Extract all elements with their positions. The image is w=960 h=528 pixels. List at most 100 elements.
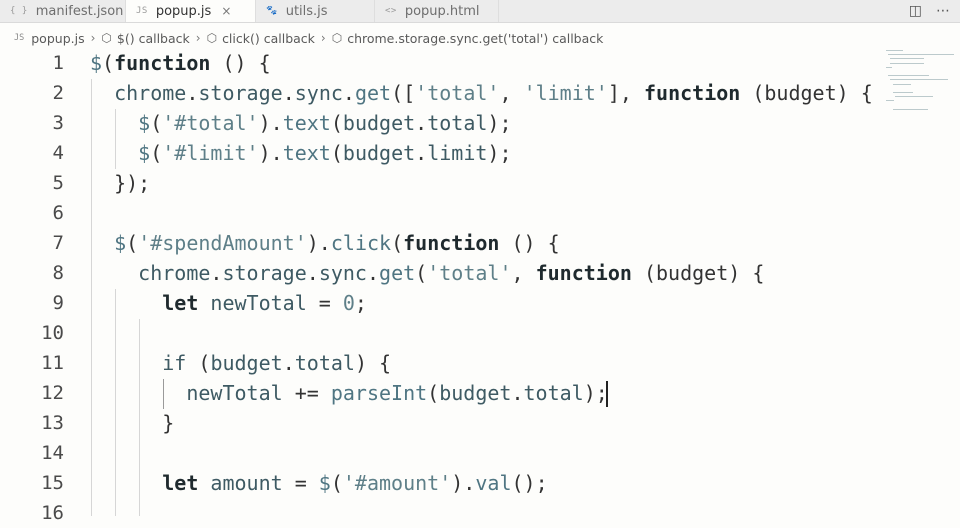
minimap-line [892, 83, 912, 85]
code-token: storage [222, 261, 307, 285]
code-line[interactable]: 4 $('#limit').text(budget.limit); [0, 138, 880, 168]
code-token: 0 [342, 291, 355, 315]
breadcrumb-item-symbol[interactable]: ⬡ click() callback [207, 31, 315, 46]
code-line[interactable]: 14 [0, 438, 880, 468]
code-line[interactable]: 13 } [0, 408, 880, 438]
line-number: 7 [52, 232, 64, 254]
code-token: ( [186, 351, 211, 375]
line-number: 14 [41, 442, 64, 464]
close-icon[interactable]: × [221, 4, 231, 18]
code-token: . [342, 81, 355, 105]
code-line[interactable]: 8 chrome.storage.sync.get('total', funct… [0, 258, 880, 288]
code-line[interactable]: 6 [0, 198, 880, 228]
code-token: . [415, 111, 428, 135]
code-text: chrome.storage.sync.get(['total', 'limit… [90, 78, 873, 108]
split-editor-icon[interactable]: ◫ [909, 3, 922, 19]
code-token: $ [114, 231, 127, 255]
code-token: , [511, 261, 536, 285]
line-number: 4 [52, 142, 64, 164]
tab-popup-js[interactable]: JS popup.js × [126, 0, 256, 22]
tab-manifest-json[interactable]: { } manifest.json [0, 0, 126, 22]
code-line[interactable]: 5 }); [0, 168, 880, 198]
code-line[interactable]: 15 let amount = $('#amount').val(); [0, 468, 880, 498]
code-line[interactable]: 12 newTotal += parseInt(budget.total); [0, 378, 880, 408]
code-text: $(function () { [90, 48, 271, 78]
code-line[interactable]: 7 $('#spendAmount').click(function () { [0, 228, 880, 258]
line-number: 16 [41, 502, 64, 524]
line-number: 1 [52, 52, 64, 74]
code-token: function [643, 81, 741, 105]
chevron-right-icon: › [320, 31, 326, 45]
code-token: . [282, 351, 295, 375]
minimap[interactable] [886, 46, 956, 126]
code-token: click [330, 231, 392, 255]
tab-utils-js[interactable]: 🐾 utils.js [256, 0, 375, 22]
code-editor[interactable]: 1 $(function () {2 chrome.storage.sync.ge… [0, 48, 960, 524]
code-text: $('#spendAmount').click(function () { [90, 228, 560, 258]
cube-symbol-icon: ⬡ [206, 31, 218, 45]
code-text: newTotal += parseInt(budget.total); [90, 378, 608, 408]
code-token: 'limit' [523, 81, 608, 105]
code-line[interactable]: 11 if (budget.total) { [0, 348, 880, 378]
breadcrumb-item-symbol[interactable]: ⬡ chrome.storage.sync.get('total') callb… [332, 31, 604, 46]
code-token: storage [198, 81, 283, 105]
code-line[interactable]: 1 $(function () { [0, 48, 880, 78]
code-token: ). [451, 471, 476, 495]
line-number: 9 [52, 292, 64, 314]
code-line[interactable]: 10 [0, 318, 880, 348]
tab-bar-empty-area [499, 0, 960, 22]
tab-label: utils.js [285, 3, 328, 19]
breadcrumb: JS popup.js › ⬡ $() callback › ⬡ click()… [0, 28, 894, 48]
code-token: budget [439, 381, 512, 405]
code-token: ); [487, 141, 512, 165]
minimap-line [886, 66, 892, 68]
code-token: (budget) { [631, 261, 765, 285]
tab-bar: { } manifest.json JS popup.js × 🐾 utils.… [0, 0, 960, 23]
code-token: ( [415, 261, 428, 285]
code-token: function [535, 261, 632, 285]
code-token: parseInt [330, 381, 428, 405]
code-line[interactable]: 2 chrome.storage.sync.get(['total', 'lim… [0, 78, 880, 108]
code-token: '#limit' [162, 141, 259, 165]
tab-popup-html[interactable]: <> popup.html [375, 0, 499, 22]
breadcrumb-item-symbol[interactable]: ⬡ $() callback [101, 31, 189, 46]
code-token: () { [499, 231, 560, 255]
code-token: sync [318, 261, 367, 285]
code-token: $ [318, 471, 331, 495]
code-token: $ [90, 51, 103, 75]
line-number: 10 [41, 322, 64, 344]
json-file-icon: { } [10, 6, 28, 16]
code-token: . [210, 261, 223, 285]
code-token: . [415, 141, 428, 165]
breadcrumb-label: click() callback [222, 30, 315, 46]
code-token: val [475, 471, 512, 495]
code-text: let newTotal = 0; [90, 288, 367, 318]
minimap-line [890, 79, 948, 81]
text-cursor [606, 381, 608, 407]
code-token: total [294, 351, 355, 375]
code-text: if (budget.total) { [90, 348, 391, 378]
code-token: () { [210, 51, 271, 75]
html-file-icon: <> [385, 6, 397, 16]
line-number: 11 [41, 352, 64, 374]
breadcrumb-label: chrome.storage.sync.get('total') callbac… [347, 30, 604, 46]
code-token: } [90, 411, 175, 435]
code-token: text [282, 141, 331, 165]
js-file-icon: JS [14, 33, 25, 43]
minimap-line [888, 54, 955, 56]
code-line[interactable]: 16 [0, 498, 880, 528]
code-token: if [162, 351, 187, 375]
editor-actions: ◫ ⋯ [908, 0, 960, 22]
more-actions-icon[interactable]: ⋯ [936, 3, 950, 19]
code-line[interactable]: 3 $('#total').text(budget.total); [0, 108, 880, 138]
breadcrumb-item-file[interactable]: JS popup.js [14, 31, 85, 46]
code-token: chrome [114, 81, 187, 105]
code-line[interactable]: 9 let newTotal = 0; [0, 288, 880, 318]
code-token: . [186, 81, 199, 105]
code-token: ); [583, 381, 608, 405]
